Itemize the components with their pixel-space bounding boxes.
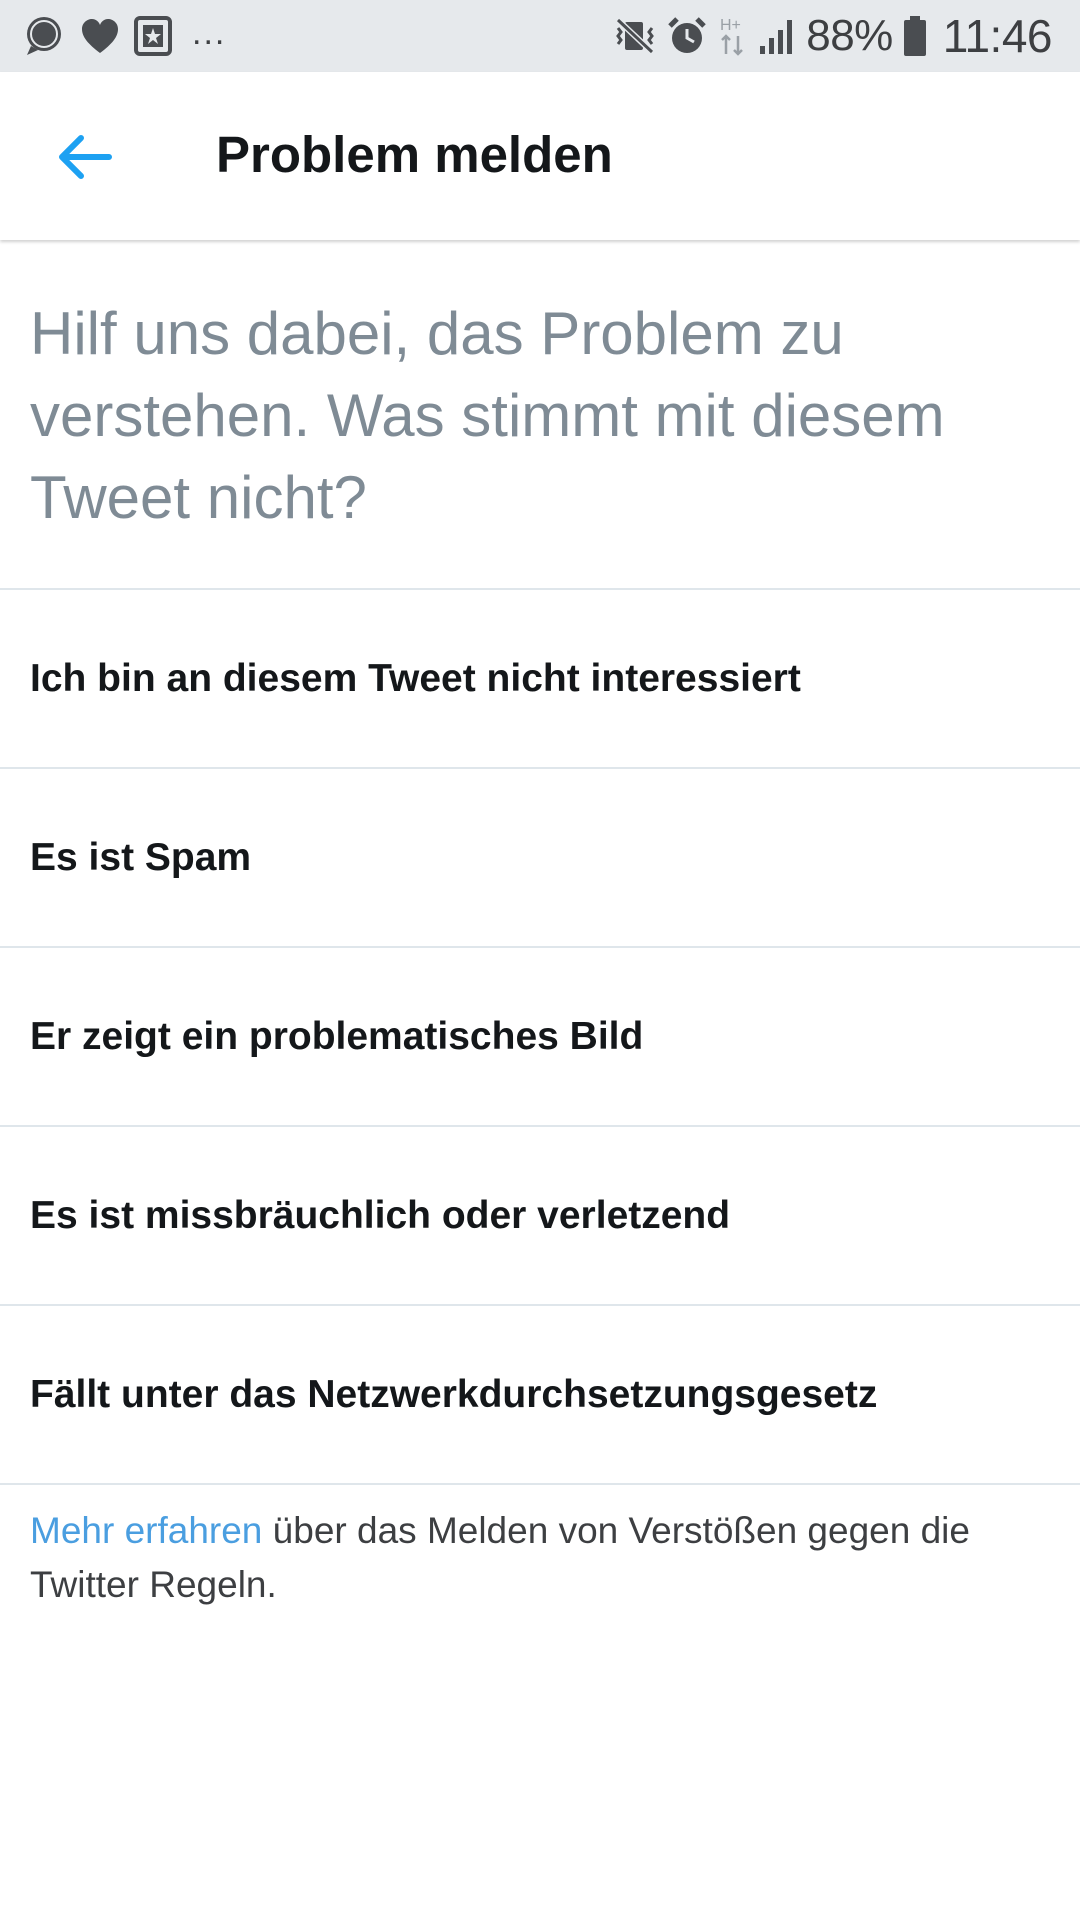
arrow-left-icon bbox=[57, 133, 113, 181]
option-spam[interactable]: Es ist Spam bbox=[0, 767, 1080, 946]
alarm-icon bbox=[666, 15, 708, 57]
heart-icon bbox=[80, 17, 120, 55]
option-not-interested[interactable]: Ich bin an diesem Tweet nicht interessie… bbox=[0, 588, 1080, 767]
option-abusive[interactable]: Es ist missbräuchlich oder verletzend bbox=[0, 1125, 1080, 1304]
option-label: Ich bin an diesem Tweet nicht interessie… bbox=[30, 656, 801, 700]
network-hplus-icon: H+ bbox=[718, 14, 748, 58]
status-bar-notifications: ... bbox=[22, 14, 226, 58]
option-problematic-image[interactable]: Er zeigt ein problematisches Bild bbox=[0, 946, 1080, 1125]
battery-icon bbox=[903, 15, 927, 57]
report-options-list: Ich bin an diesem Tweet nicht interessie… bbox=[0, 588, 1080, 1485]
option-label: Es ist Spam bbox=[30, 835, 252, 879]
clock: 11:46 bbox=[942, 10, 1053, 62]
option-label: Es ist missbräuchlich oder verletzend bbox=[30, 1193, 731, 1237]
footer-note: Mehr erfahren über das Melden von Verstö… bbox=[30, 1504, 1050, 1612]
svg-text:H+: H+ bbox=[720, 17, 741, 34]
status-bar-system: H+ 88% 11:46 bbox=[614, 10, 1053, 62]
back-button[interactable] bbox=[54, 126, 116, 188]
notification-overflow: ... bbox=[192, 14, 227, 52]
chat-bubble-icon bbox=[22, 14, 66, 58]
app-header: Problem melden bbox=[0, 72, 1080, 240]
learn-more-link[interactable]: Mehr erfahren bbox=[30, 1510, 262, 1551]
star-badge-icon bbox=[134, 16, 172, 56]
page-title: Problem melden bbox=[216, 126, 613, 183]
option-label: Fällt unter das Netzwerkdurchsetzungsges… bbox=[30, 1372, 878, 1416]
battery-percent: 88% bbox=[806, 11, 893, 60]
option-netzdg[interactable]: Fällt unter das Netzwerkdurchsetzungsges… bbox=[0, 1304, 1080, 1483]
option-label: Er zeigt ein problematisches Bild bbox=[30, 1014, 644, 1058]
question-prompt: Hilf uns dabei, das Problem zu verstehen… bbox=[30, 300, 945, 531]
status-bar: ... H+ 88% 11:46 bbox=[0, 0, 1080, 72]
vibrate-mute-icon bbox=[614, 16, 656, 56]
divider bbox=[0, 1483, 1080, 1485]
signal-icon bbox=[758, 16, 796, 56]
